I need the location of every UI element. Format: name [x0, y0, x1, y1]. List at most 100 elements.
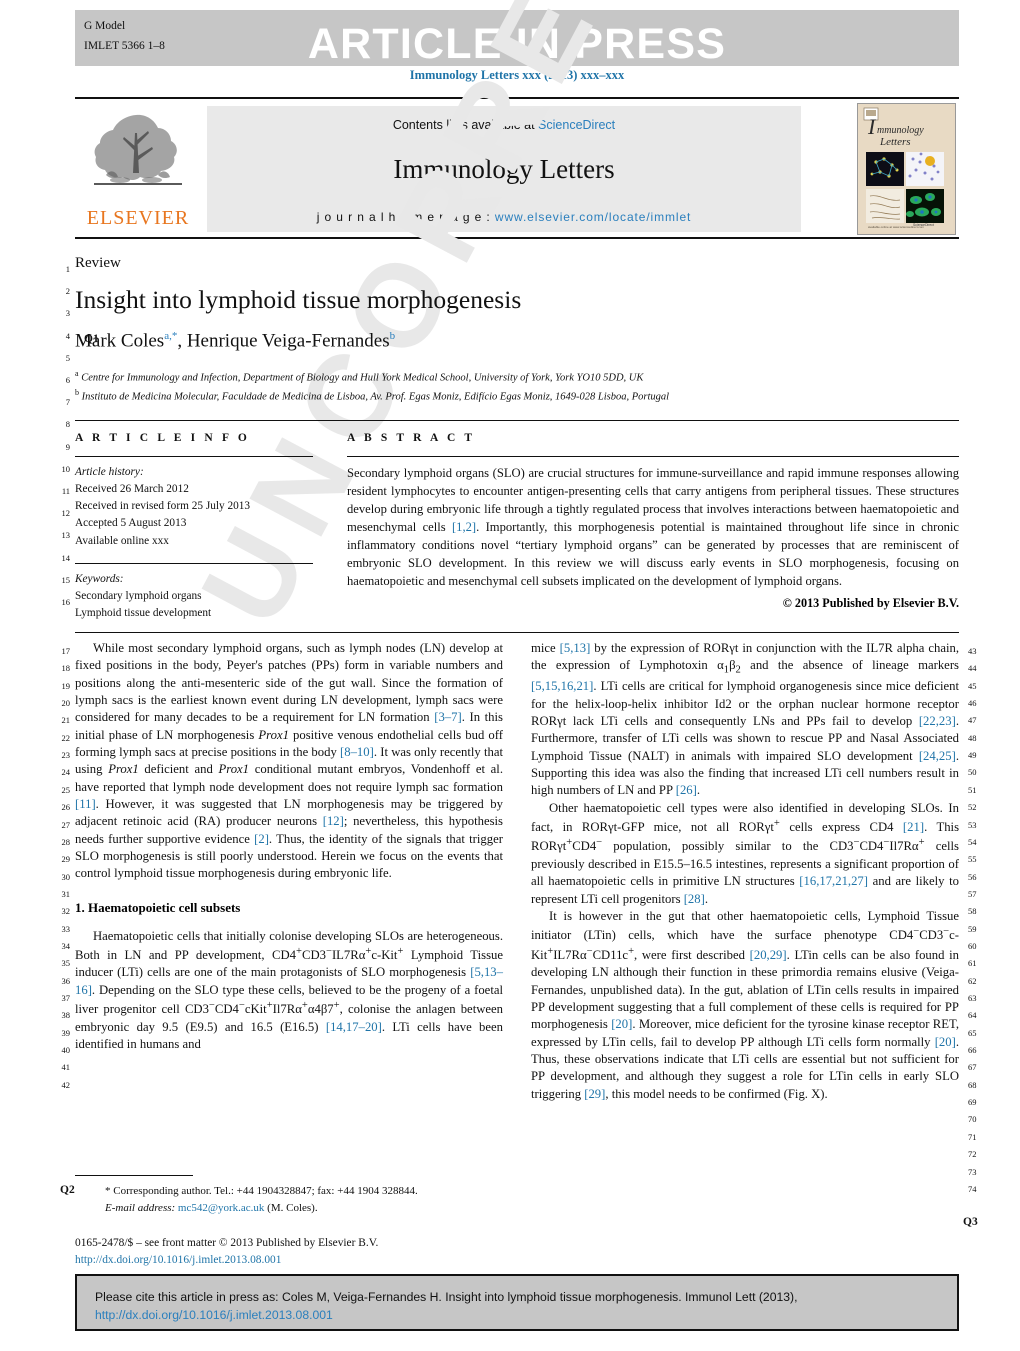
article-in-press-label: ARTICLE IN PRESS: [307, 20, 727, 68]
ref-2[interactable]: [2]: [254, 832, 269, 846]
author-2-affil-marker[interactable]: b: [390, 330, 396, 342]
line-number: 46: [968, 698, 977, 709]
ref-20[interactable]: [20]: [611, 1017, 632, 1031]
front-matter-line: 0165-2478/$ – see front matter © 2013 Pu…: [75, 1237, 379, 1249]
cite-this-article-box: Please cite this article in press as: Co…: [75, 1274, 959, 1331]
ref-5-13[interactable]: [5,13]: [560, 641, 591, 655]
line-number: 8: [65, 419, 70, 430]
ref-3-7[interactable]: [3–7]: [434, 710, 461, 724]
ref-5-15-16-21[interactable]: [5,15,16,21]: [531, 679, 593, 693]
line-number: 30: [61, 871, 71, 882]
haem-seg-7: CD4: [214, 1002, 239, 1017]
line-number: 14: [61, 552, 71, 563]
footnote-block: * Corresponding author. Tel.: +44 190432…: [75, 1175, 503, 1269]
cite-doi-link[interactable]: http://dx.doi.org/10.1016/j.imlet.2013.0…: [95, 1308, 333, 1322]
line-number: 71: [968, 1131, 977, 1142]
line-number: 65: [968, 1027, 977, 1038]
line-number: 4: [65, 330, 70, 341]
line-number: 52: [968, 802, 977, 813]
ref-26[interactable]: [26]: [676, 783, 697, 797]
line-number: 55: [968, 854, 977, 865]
history-revised: Received in revised form 25 July 2013: [75, 500, 251, 513]
abstract-copyright: © 2013 Published by Elsevier B.V.: [782, 596, 959, 610]
author-2-name: Henrique Veiga-Fernandes: [186, 330, 390, 352]
corresponding-author-line: * Corresponding author. Tel.: +44 190432…: [105, 1185, 418, 1197]
intro-seg-5: deficient and: [138, 762, 219, 777]
article-history: Article history: Received 26 March 2012 …: [75, 464, 313, 550]
ref-8-10[interactable]: [8–10]: [340, 745, 374, 759]
line-number: 31: [61, 888, 71, 899]
ref-29[interactable]: [29]: [584, 1087, 605, 1101]
query-mark-q1[interactable]: Q1: [84, 333, 99, 345]
abstract-text: Secondary lymphoid organs (SLO) are cruc…: [347, 464, 959, 590]
line-number: 48: [968, 732, 977, 743]
other-seg-10: .: [704, 891, 709, 906]
abstract-ref-1-2[interactable]: [1,2]: [452, 520, 476, 534]
other-seg-4: CD4: [572, 839, 597, 854]
article-info-heading: A R T I C L E I N F O: [75, 432, 250, 444]
abstract-rule: [347, 456, 959, 457]
line-number: 51: [968, 784, 977, 795]
ref-28[interactable]: [28]: [684, 892, 705, 906]
line-number: 33: [61, 923, 71, 934]
ltin-seg-6: , were first described: [634, 948, 750, 963]
affiliation-a-marker: a: [75, 369, 79, 379]
email-label: E-mail address:: [105, 1201, 176, 1214]
homepage-prefix: j o u r n a l h o m e p a g e :: [316, 210, 495, 224]
line-number: 66: [968, 1045, 977, 1056]
line-number: 63: [968, 993, 977, 1003]
ltin-seg-10: , this model needs to be confirmed (Fig.…: [605, 1086, 828, 1101]
gene-prox1-c: Prox1: [218, 762, 250, 777]
email-link[interactable]: mc542@york.ac.uk: [178, 1202, 265, 1214]
svg-text:mmunology: mmunology: [877, 125, 924, 136]
ref-24-25[interactable]: [24,25]: [919, 749, 956, 763]
line-number: 49: [968, 750, 977, 761]
affiliation-b-text: Instituto de Medicina Molecular, Faculda…: [81, 391, 670, 403]
other-seg-2: cells express CD4: [779, 820, 903, 835]
info-block-bottom-rule: [75, 632, 959, 634]
journal-cover-thumbnail: I mmunology Letters available online at …: [857, 103, 956, 235]
doi-link[interactable]: http://dx.doi.org/10.1016/j.imlet.2013.0…: [75, 1252, 503, 1269]
line-number: 11: [61, 486, 70, 496]
ref-21[interactable]: [21]: [903, 820, 924, 834]
masthead-bottom-rule: [75, 237, 959, 239]
author-1-affil-marker[interactable]: a,*: [164, 330, 177, 342]
ref-12[interactable]: [12]: [323, 814, 344, 828]
g-model-id: IMLET 5366 1–8: [84, 40, 165, 53]
paragraph-lti-markers: mice [5,13] by the expression of RORγt i…: [531, 640, 959, 800]
sciencedirect-link[interactable]: ScienceDirect: [538, 118, 615, 132]
haem-seg-10: α4β7: [307, 1002, 334, 1017]
journal-masthead: ELSEVIER Contents lists available at Sci…: [75, 97, 959, 239]
line-number: 29: [61, 854, 71, 865]
homepage-url[interactable]: www.elsevier.com/locate/immlet: [495, 210, 691, 224]
query-mark-q3[interactable]: Q3: [963, 1216, 978, 1228]
affiliation-a-text: Centre for Immunology and Infection, Dep…: [81, 372, 644, 384]
ltin-seg-1: It is however in the gut that other haem…: [531, 909, 959, 943]
line-number: 34: [61, 940, 71, 951]
line-number: 62: [968, 975, 977, 986]
line-number: 1: [65, 264, 70, 274]
ref-22-23[interactable]: [22,23]: [919, 714, 956, 728]
journal-info-box: Contents lists available at ScienceDirec…: [207, 106, 801, 232]
ref-14-17-20[interactable]: [14,17–20]: [326, 1020, 382, 1034]
ref-20-29[interactable]: [20,29]: [750, 948, 787, 962]
g-model-label: G Model: [84, 20, 126, 32]
ref-16-17-21-27[interactable]: [16,17,21,27]: [799, 874, 868, 888]
ref-20-b[interactable]: [20]: [935, 1035, 956, 1049]
gene-prox1-b: Prox1: [108, 762, 139, 777]
line-number: 40: [61, 1045, 71, 1056]
line-number: 39: [61, 1027, 71, 1038]
article-history-label: Article history:: [75, 466, 144, 478]
journal-title: Immunology Letters: [393, 154, 615, 184]
affiliation-b-marker: b: [75, 388, 79, 398]
svg-text:ScienceDirect: ScienceDirect: [913, 223, 934, 227]
line-number: 60: [968, 940, 977, 951]
query-mark-q2[interactable]: Q2: [60, 1184, 75, 1196]
line-number: 37: [61, 993, 71, 1003]
line-number: 58: [968, 906, 977, 917]
line-number: 23: [61, 750, 71, 761]
ref-11[interactable]: [11]: [75, 797, 96, 811]
keyword-2: Lymphoid tissue development: [75, 607, 212, 620]
line-number: 18: [61, 663, 71, 674]
haem-seg-9: Il7Rα: [272, 1002, 302, 1017]
